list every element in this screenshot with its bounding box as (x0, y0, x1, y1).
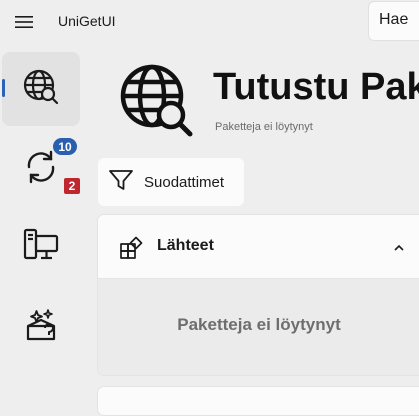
sources-header[interactable]: Lähteet (98, 215, 419, 279)
nav-active-indicator (2, 79, 5, 97)
sparkle-box-icon (22, 306, 60, 349)
sources-label: Lähteet (157, 237, 214, 254)
search-box[interactable] (368, 1, 419, 41)
search-input[interactable] (369, 2, 419, 29)
sources-icon (119, 236, 143, 265)
nav-item-installed[interactable] (2, 210, 80, 284)
sources-empty-message: Paketteja ei löytynyt (177, 315, 341, 334)
filters-button-label: Suodattimet (144, 173, 225, 191)
sources-body: Paketteja ei löytynyt (98, 279, 419, 375)
nav-item-discover[interactable] (2, 52, 80, 126)
page-globe-search-icon (118, 62, 194, 143)
updates-secondary-badge: 2 (64, 178, 80, 194)
page-subtitle: Paketteja ei löytynyt (215, 121, 313, 133)
desktop-icon (22, 226, 60, 269)
updates-count-badge: 10 (52, 137, 78, 156)
page-title: Tutustu Pak (213, 66, 419, 108)
nav-item-bundles[interactable] (2, 290, 80, 364)
filter-icon (108, 168, 134, 197)
app-title: UniGetUI (58, 13, 116, 29)
filters-button[interactable]: Suodattimet (98, 158, 244, 206)
menu-icon[interactable] (12, 11, 36, 33)
chevron-up-icon[interactable] (393, 240, 405, 258)
sources-panel: Lähteet Paketteja ei löytynyt (97, 214, 419, 376)
title-bar: UniGetUI (0, 0, 419, 44)
globe-search-icon (22, 68, 60, 111)
packages-list-panel (97, 386, 419, 416)
